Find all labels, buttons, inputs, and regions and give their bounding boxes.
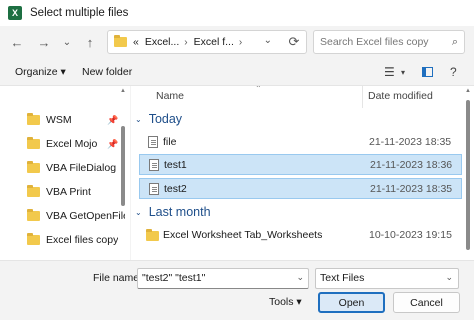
sidebar-item-label: VBA GetOpenFileNa [46,210,125,222]
file-list: ⌃ Name Date modified ⌄ Today file 21-11-… [131,86,474,260]
sidebar-item-vba-filedialog[interactable]: VBA FileDialog [27,159,125,177]
sidebar-item-label: WSM [46,114,72,126]
sort-ascending-icon: ⌃ [255,86,262,93]
folder-icon [27,185,40,197]
group-header-last-month[interactable]: ⌄ Last month [135,202,211,222]
collapse-chevron-icon[interactable]: ⌄ [135,115,142,124]
folder-row[interactable]: Excel Worksheet Tab_Worksheets 10-10-202… [139,225,462,246]
scrollbar-thumb[interactable] [121,126,125,206]
forward-arrow-icon[interactable]: → [35,33,53,51]
file-date: 21-11-2023 18:36 [370,159,453,171]
file-name: test1 [164,159,187,171]
chevron-down-icon[interactable]: ⌄ [445,272,453,283]
refresh-icon[interactable]: ⟳ [285,33,303,51]
recent-locations-chevron-icon[interactable]: ⌄ [58,33,76,51]
folder-date: 10-10-2023 19:15 [369,229,452,241]
file-name-input[interactable]: "test2" "test1" ⌄ [137,268,309,289]
navigation-pane: WSM 📌 Excel Mojo 📌 VBA FileDialog VBA Pr… [0,86,130,260]
dialog-footer: File name: "test2" "test1" ⌄ Text Files … [0,260,474,320]
file-name-label: File name: [93,272,143,284]
scroll-up-icon[interactable]: ▲ [120,88,126,94]
folder-icon [27,137,40,149]
folder-name: Excel Worksheet Tab_Worksheets [163,229,323,241]
file-name: test2 [164,183,187,195]
group-label: Today [148,112,183,126]
breadcrumb-separator-icon[interactable]: › [239,37,242,48]
breadcrumb-segment[interactable]: Excel... [145,36,179,48]
sidebar-item-excel-files-copy[interactable]: Excel files copy [27,231,125,249]
scroll-up-icon[interactable]: ▲ [465,88,471,94]
navigation-pane-scrollbar[interactable]: ▲ [120,86,127,260]
file-date: 21-11-2023 18:35 [369,136,452,148]
pin-icon[interactable]: 📌 [107,115,118,126]
file-row[interactable]: test1 21-11-2023 18:36 [139,154,462,175]
sidebar-item-label: VBA FileDialog [46,162,117,174]
tools-menu-button[interactable]: Tools ▾ [269,296,302,308]
excel-icon: X [8,6,22,20]
collapse-chevron-icon[interactable]: ⌄ [135,208,142,217]
column-header-date-modified[interactable]: Date modified [368,90,433,102]
folder-icon [27,209,40,221]
sidebar-item-label: Excel files copy [46,234,119,246]
back-arrow-icon[interactable]: ← [8,33,26,51]
breadcrumb-separator-icon[interactable]: › [184,37,187,48]
search-icon[interactable]: ⌕ [446,36,464,49]
sidebar-item-label: Excel Mojo [46,138,98,150]
text-file-icon [149,183,159,195]
folder-icon [27,161,40,173]
address-dropdown-icon[interactable]: ⌄ [264,35,272,46]
group-header-today[interactable]: ⌄ Today [135,109,182,129]
column-header-name[interactable]: Name [156,90,184,102]
search-placeholder: Search Excel files copy [320,36,429,48]
chevron-down-icon[interactable]: ⌄ [296,272,304,283]
file-name-value: "test2" "test1" [142,272,206,284]
text-file-icon [148,136,158,148]
text-file-icon [149,159,159,171]
file-row[interactable]: test2 21-11-2023 18:35 [139,178,462,199]
group-label: Last month [148,205,211,219]
folder-icon [27,113,40,125]
sidebar-item-vba-getopenfilename[interactable]: VBA GetOpenFileNa [27,207,125,225]
view-options-chevron-icon[interactable]: ▾ [401,68,405,77]
scrollbar-thumb[interactable] [466,100,470,250]
window-title: Select multiple files [30,7,129,19]
sidebar-item-vba-print[interactable]: VBA Print [27,183,125,201]
file-type-value: Text Files [320,272,365,284]
file-date: 21-11-2023 18:35 [370,183,453,195]
address-bar[interactable]: « Excel... › Excel f... › ⌄ [107,30,307,54]
title-bar: X Select multiple files [0,0,474,26]
search-input[interactable]: Search Excel files copy ⌕ [313,30,465,54]
folder-icon [146,229,159,241]
organize-menu-button[interactable]: Organize ▾ [15,66,66,78]
preview-pane-icon[interactable] [422,67,433,77]
cancel-button[interactable]: Cancel [393,292,460,313]
folder-icon [114,35,127,47]
open-button[interactable]: Open [318,292,385,313]
file-type-select[interactable]: Text Files ⌄ [315,268,459,289]
breadcrumb-segment[interactable]: Excel f... [194,36,234,48]
navigation-bar: ← → ⌄ ↑ « Excel... › Excel f... › ⌄ ⟳ Se… [0,26,474,58]
sidebar-item-label: VBA Print [46,186,91,198]
column-divider[interactable] [362,86,363,108]
folder-icon [27,233,40,245]
command-toolbar: Organize ▾ New folder ☰ ▾ ? [0,58,474,86]
file-row[interactable]: file 21-11-2023 18:35 [139,132,462,153]
pin-icon[interactable]: 📌 [107,139,118,150]
file-name: file [163,136,177,148]
view-options-icon[interactable]: ☰ [384,65,395,79]
file-list-scrollbar[interactable]: ▲ [464,86,472,260]
help-icon[interactable]: ? [450,65,457,79]
up-arrow-icon[interactable]: ↑ [81,33,99,51]
new-folder-button[interactable]: New folder [82,66,132,78]
address-overflow[interactable]: « [133,36,139,48]
column-header-row: ⌃ Name Date modified [131,86,474,108]
